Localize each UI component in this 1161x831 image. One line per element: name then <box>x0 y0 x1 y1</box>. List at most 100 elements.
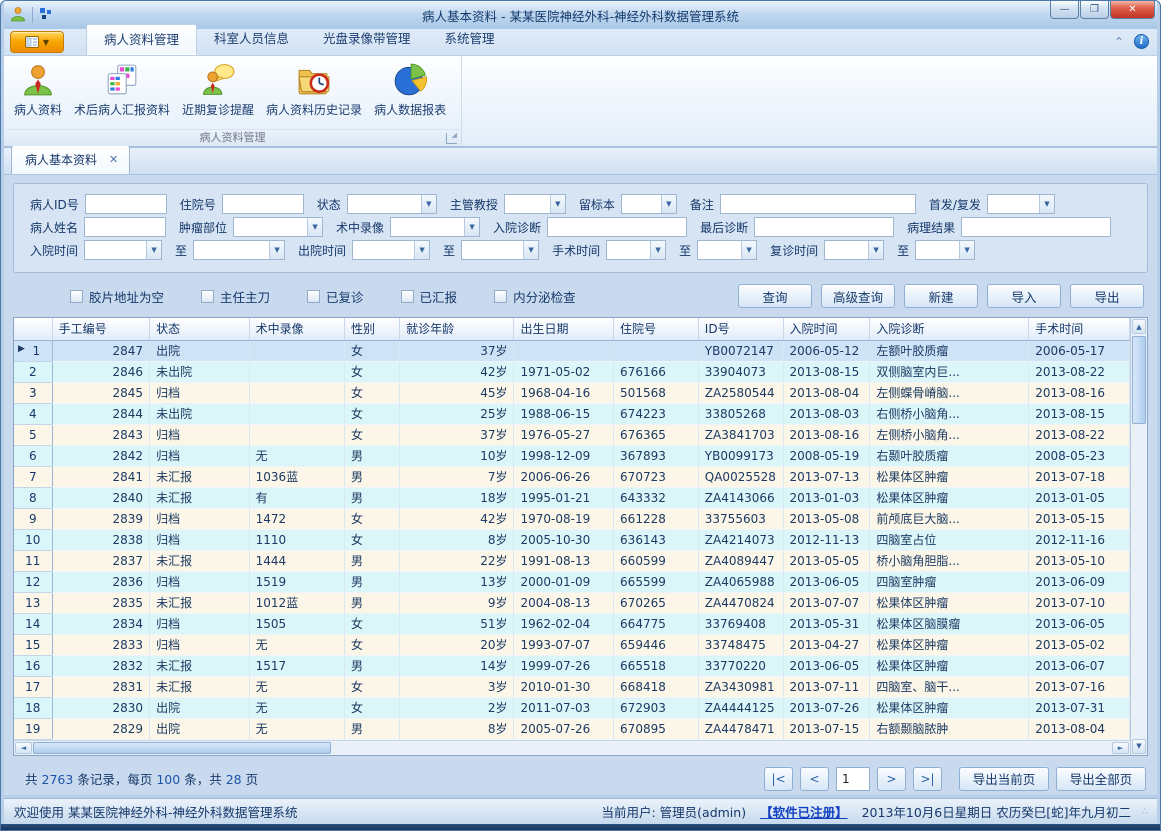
action-button-高级查询[interactable]: 高级查询 <box>821 284 895 308</box>
prev-page-button[interactable]: < <box>800 767 829 791</box>
horizontal-scroll-thumb[interactable] <box>33 742 331 754</box>
filter-select-首发/复发[interactable]: ▼ <box>987 194 1055 214</box>
filter-input-病理结果[interactable] <box>961 217 1111 237</box>
row-number[interactable]: 10 <box>14 529 52 550</box>
checkbox-内分泌检查[interactable]: 内分泌检查 <box>494 287 576 306</box>
dropdown-arrow-icon[interactable]: ▼ <box>307 218 322 236</box>
ribbon-tab-4[interactable]: 系统管理 <box>428 24 512 55</box>
filter-input-病人姓名[interactable] <box>84 217 166 237</box>
row-number[interactable]: 15 <box>14 634 52 655</box>
filter-select-肿瘤部位[interactable]: ▼ <box>233 217 323 237</box>
action-button-导入[interactable]: 导入 <box>987 284 1061 308</box>
table-row[interactable]: 82840未汇报有男18岁1995-01-21643332ZA414306620… <box>14 487 1130 508</box>
checkbox-box[interactable] <box>401 290 414 303</box>
horizontal-scrollbar[interactable]: ◄ ► <box>14 740 1130 755</box>
row-number[interactable]: 3 <box>14 382 52 403</box>
row-number[interactable]: 2 <box>14 361 52 382</box>
row-number[interactable]: 13 <box>14 592 52 613</box>
filter-select-至[interactable]: ▼ <box>461 240 539 260</box>
dropdown-arrow-icon[interactable]: ▼ <box>1039 195 1054 213</box>
dropdown-arrow-icon[interactable]: ▼ <box>146 241 161 259</box>
checkbox-已复诊[interactable]: 已复诊 <box>307 287 364 306</box>
checkbox-box[interactable] <box>307 290 320 303</box>
filter-select-主管教授[interactable]: ▼ <box>504 194 566 214</box>
row-number[interactable]: 8 <box>14 487 52 508</box>
row-number[interactable]: 16 <box>14 655 52 676</box>
filter-select-至[interactable]: ▼ <box>697 240 757 260</box>
filter-input-住院号[interactable] <box>222 194 304 214</box>
checkbox-已汇报[interactable]: 已汇报 <box>401 287 458 306</box>
dropdown-arrow-icon[interactable]: ▼ <box>523 241 538 259</box>
vertical-scroll-thumb[interactable] <box>1132 336 1146 424</box>
column-header-住院号[interactable]: 住院号 <box>614 318 699 340</box>
scroll-up-icon[interactable]: ▲ <box>1132 319 1146 334</box>
tab-patient-basic-info[interactable]: 病人基本资料 ✕ <box>11 145 130 174</box>
ribbon-button-patient-info[interactable]: 病人资料 <box>8 59 68 120</box>
filter-input-最后诊断[interactable] <box>754 217 894 237</box>
dropdown-arrow-icon[interactable]: ▼ <box>868 241 883 259</box>
column-header-出生日期[interactable]: 出生日期 <box>514 318 614 340</box>
table-row[interactable]: 142834归档1505女51岁1962-02-0466477533769408… <box>14 613 1130 634</box>
tab-close-icon[interactable]: ✕ <box>109 153 118 166</box>
registered-link[interactable]: 【软件已注册】 <box>760 802 848 821</box>
scroll-left-icon[interactable]: ◄ <box>15 742 32 754</box>
filter-select-手术时间[interactable]: ▼ <box>606 240 666 260</box>
filter-select-至[interactable]: ▼ <box>193 240 285 260</box>
maximize-button[interactable]: ❐ <box>1080 1 1109 19</box>
row-number[interactable]: ▶1 <box>14 340 52 361</box>
column-header-状态[interactable]: 状态 <box>150 318 250 340</box>
column-header-术中录像[interactable]: 术中录像 <box>249 318 344 340</box>
vertical-scroll-track[interactable] <box>1131 425 1147 738</box>
filter-select-状态[interactable]: ▼ <box>347 194 437 214</box>
table-row[interactable]: ▶12847出院女37岁YB00721472006-05-12左额叶胶质瘤200… <box>14 340 1130 361</box>
row-number[interactable]: 17 <box>14 676 52 697</box>
filter-select-术中录像[interactable]: ▼ <box>390 217 480 237</box>
column-header-ID号[interactable]: ID号 <box>698 318 783 340</box>
table-row[interactable]: 122836归档1519男13岁2000-01-09665599ZA406598… <box>14 571 1130 592</box>
dropdown-arrow-icon[interactable]: ▼ <box>464 218 479 236</box>
action-button-查询[interactable]: 查询 <box>738 284 812 308</box>
export-current-page-button[interactable]: 导出当前页 <box>959 767 1049 791</box>
scroll-right-icon[interactable]: ► <box>1112 742 1129 754</box>
ribbon-button[interactable]: 病人数据报表 <box>368 59 452 120</box>
checkbox-胶片地址为空[interactable]: 胶片地址为空 <box>70 287 164 306</box>
next-page-button[interactable]: > <box>877 767 906 791</box>
row-number[interactable]: 6 <box>14 445 52 466</box>
column-header-入院时间[interactable]: 入院时间 <box>783 318 870 340</box>
ribbon-tab-2[interactable]: 科室人员信息 <box>197 24 306 55</box>
ribbon-tab-3[interactable]: 光盘录像带管理 <box>306 24 428 55</box>
table-row[interactable]: 22846未出院女42岁1971-05-02676166339040732013… <box>14 361 1130 382</box>
scroll-down-icon[interactable]: ▼ <box>1132 739 1146 754</box>
table-row[interactable]: 162832未汇报1517男14岁1999-07-266655183377022… <box>14 655 1130 676</box>
table-row[interactable]: 102838归档1110女8岁2005-10-30636143ZA4214073… <box>14 529 1130 550</box>
dropdown-arrow-icon[interactable]: ▼ <box>550 195 565 213</box>
info-icon[interactable]: i <box>1134 34 1149 49</box>
filter-input-备注[interactable] <box>720 194 916 214</box>
checkbox-box[interactable] <box>201 290 214 303</box>
page-number-input[interactable] <box>836 767 870 791</box>
table-row[interactable]: 172831未汇报无女3岁2010-01-30668418ZA343098120… <box>14 676 1130 697</box>
table-row[interactable]: 32845归档女45岁1968-04-16501568ZA25805442013… <box>14 382 1130 403</box>
dropdown-arrow-icon[interactable]: ▼ <box>650 241 665 259</box>
dialog-launcher-icon[interactable]: ◢ <box>446 133 457 144</box>
quick-access-icon[interactable] <box>39 7 53 24</box>
collapse-ribbon-icon[interactable]: ⌃ <box>1114 37 1124 47</box>
minimize-button[interactable]: — <box>1050 1 1079 19</box>
filter-select-入院时间[interactable]: ▼ <box>84 240 162 260</box>
vertical-scrollbar[interactable]: ▲ ▼ <box>1130 318 1147 755</box>
column-header-就诊年龄[interactable]: 就诊年龄 <box>400 318 514 340</box>
dropdown-arrow-icon[interactable]: ▼ <box>421 195 436 213</box>
last-page-button[interactable]: >| <box>913 767 942 791</box>
row-number[interactable]: 5 <box>14 424 52 445</box>
row-number[interactable]: 19 <box>14 718 52 739</box>
checkbox-主任主刀[interactable]: 主任主刀 <box>201 287 270 306</box>
resize-grip-icon[interactable]: ∴ <box>1142 809 1154 821</box>
dropdown-arrow-icon[interactable]: ▼ <box>661 195 676 213</box>
row-number[interactable]: 7 <box>14 466 52 487</box>
table-row[interactable]: 62842归档无男10岁1998-12-09367893YB0099173200… <box>14 445 1130 466</box>
table-row[interactable]: 72841未汇报1036蓝男7岁2006-06-26670723QA002552… <box>14 466 1130 487</box>
ribbon-tab-1[interactable]: 病人资料管理 <box>86 24 197 55</box>
filter-input-入院诊断[interactable] <box>547 217 687 237</box>
action-button-导出[interactable]: 导出 <box>1070 284 1144 308</box>
ribbon-button[interactable]: 近期复诊提醒 <box>176 59 260 120</box>
